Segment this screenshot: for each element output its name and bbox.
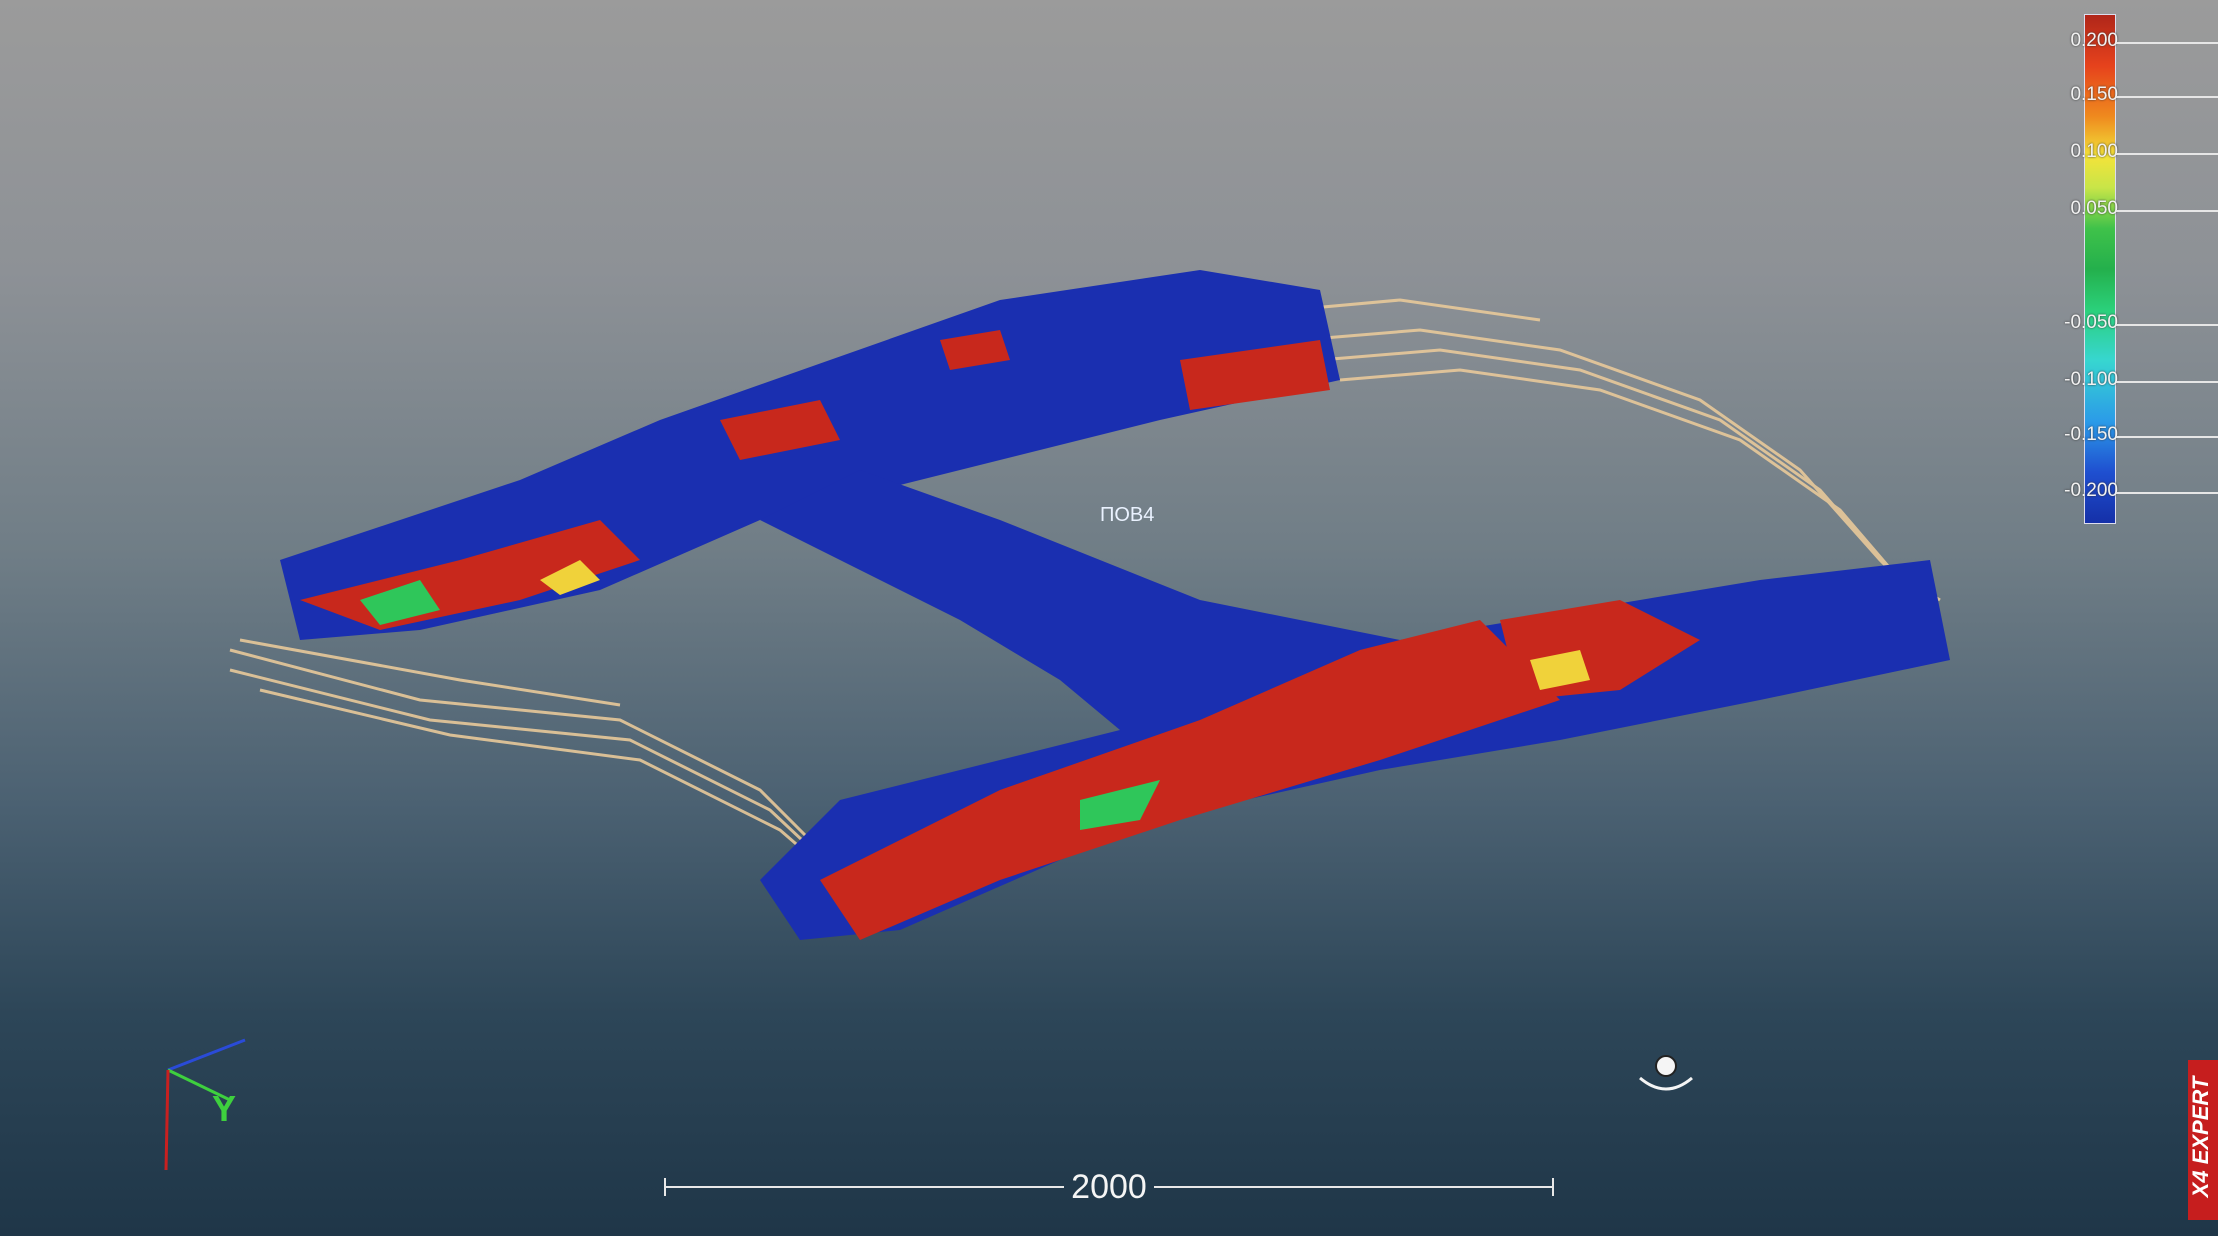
- legend-tick: 0.150: [2070, 84, 2118, 105]
- legend-tick-line: [2116, 96, 2218, 98]
- legend-tick-line: [2116, 324, 2218, 326]
- scale-bar: 2000: [664, 1168, 1554, 1206]
- legend-tick: 0.100: [2070, 141, 2118, 162]
- part-label: ПОВ4: [1100, 504, 1155, 526]
- legend-tick-line: [2116, 436, 2218, 438]
- deviation-map: [280, 270, 1950, 940]
- legend-tick: 0.200: [2070, 30, 2118, 51]
- color-legend: 0.200 0.150 0.100 0.050 -0.050 -0.100 -0…: [1990, 10, 2218, 530]
- legend-tick-line: [2116, 42, 2218, 44]
- scale-bar-label: 2000: [1071, 1168, 1147, 1206]
- axis-y-label: Y: [212, 1088, 237, 1129]
- scale-bar-line: [664, 1186, 1064, 1188]
- legend-tick-line: [2116, 492, 2218, 494]
- legend-tick-line: [2116, 210, 2218, 212]
- legend-tick: 0.050: [2070, 198, 2118, 219]
- scale-bar-line: [1154, 1186, 1554, 1188]
- legend-tick: -0.050: [2064, 312, 2118, 333]
- legend-tick: -0.200: [2064, 480, 2118, 501]
- rotate-cursor-icon[interactable]: [1639, 1055, 1693, 1091]
- scale-bar-cap: [1552, 1178, 1554, 1196]
- legend-tick-line: [2116, 381, 2218, 383]
- legend-tick-line: [2116, 153, 2218, 155]
- brand-text: X4 EXPERT: [2188, 1076, 2213, 1198]
- brand-logo: X4 EXPERT: [2188, 1060, 2218, 1220]
- legend-tick: -0.150: [2064, 424, 2118, 445]
- 3d-viewport[interactable]: [0, 0, 2218, 1236]
- legend-tick: -0.100: [2064, 369, 2118, 390]
